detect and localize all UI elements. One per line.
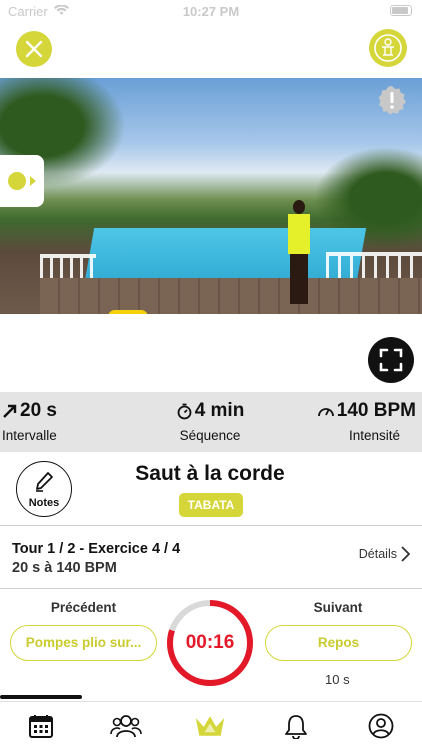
details-label: Détails xyxy=(358,547,397,561)
round-info: Tour 1 / 2 - Exercice 4 / 4 20 s à 140 B… xyxy=(0,527,422,589)
workout-type-badge: TABATA xyxy=(179,493,243,517)
stopwatch-icon xyxy=(177,403,192,419)
next-duration: 10 s xyxy=(325,672,350,687)
previous-heading: Précédent xyxy=(50,600,117,615)
details-link[interactable]: Détails xyxy=(359,546,410,562)
side-drawer-tab[interactable] xyxy=(0,155,44,207)
previous-exercise-button[interactable]: Pompes plio sur... xyxy=(10,625,157,661)
tab-workout[interactable] xyxy=(194,710,226,742)
battery-icon xyxy=(390,5,412,16)
interval-value: 20 s xyxy=(20,400,57,421)
close-icon xyxy=(25,40,43,58)
countdown-timer: 00:16 xyxy=(185,632,235,653)
exercise-navigation: Précédent Pompes plio sur... 00:16 Suiva… xyxy=(0,590,422,696)
interval-label: Intervalle xyxy=(2,428,57,443)
tab-notifications[interactable] xyxy=(280,710,312,742)
tab-profile[interactable] xyxy=(365,710,397,742)
group-icon xyxy=(110,715,142,738)
exercise-title: Saut à la corde xyxy=(135,462,285,485)
intensity-value: 140 BPM xyxy=(336,400,416,421)
video-float xyxy=(108,310,148,314)
speedometer-icon xyxy=(317,408,334,417)
chevron-right-icon xyxy=(30,176,36,186)
exercise-header: Notes Saut à la corde TABATA xyxy=(0,452,422,526)
home-indicator xyxy=(0,695,82,699)
intensity-label: Intensité xyxy=(348,428,400,443)
drawer-dot-icon xyxy=(8,172,26,190)
calendar-icon xyxy=(29,715,53,738)
tab-calendar[interactable] xyxy=(25,710,57,742)
stat-intensity: 140 BPM Intensité xyxy=(317,400,416,443)
status-time: 10:27 PM xyxy=(182,4,240,19)
exercise-video[interactable] xyxy=(0,78,422,314)
workout-stats: 20 s Intervalle 4 min Séquence 140 BPM I… xyxy=(0,392,422,452)
pencil-icon xyxy=(36,472,53,492)
next-heading: Suivant xyxy=(313,600,363,615)
tab-groups[interactable] xyxy=(110,710,142,742)
coach-icon xyxy=(374,34,402,62)
profile-icon xyxy=(368,713,394,739)
notes-label: Notes xyxy=(28,497,60,509)
tab-bar xyxy=(0,701,422,750)
close-button[interactable] xyxy=(16,31,52,67)
video-athlete xyxy=(286,200,312,310)
warning-icon xyxy=(378,86,406,115)
video-deck xyxy=(40,278,422,314)
notes-button[interactable]: Notes xyxy=(16,461,72,517)
arrow-up-right-icon xyxy=(3,404,17,418)
coach-button[interactable] xyxy=(369,29,407,67)
next-exercise-button[interactable]: Repos xyxy=(265,625,412,661)
stat-interval: 20 s Intervalle xyxy=(2,400,57,443)
round-progress: Tour 1 / 2 - Exercice 4 / 4 xyxy=(12,541,181,557)
bell-icon xyxy=(285,715,307,739)
sequence-label: Séquence xyxy=(179,428,241,443)
chevron-right-icon xyxy=(401,546,410,562)
report-button[interactable] xyxy=(376,84,408,116)
sequence-value: 4 min xyxy=(194,400,245,421)
fullscreen-icon xyxy=(379,348,403,372)
crown-icon xyxy=(195,716,225,736)
status-bar: Carrier 10:27 PM xyxy=(0,0,422,22)
fullscreen-button[interactable] xyxy=(368,337,414,383)
top-bar xyxy=(0,22,422,78)
stat-sequence: 4 min Séquence xyxy=(150,400,270,443)
round-target: 20 s à 140 BPM xyxy=(12,560,117,576)
